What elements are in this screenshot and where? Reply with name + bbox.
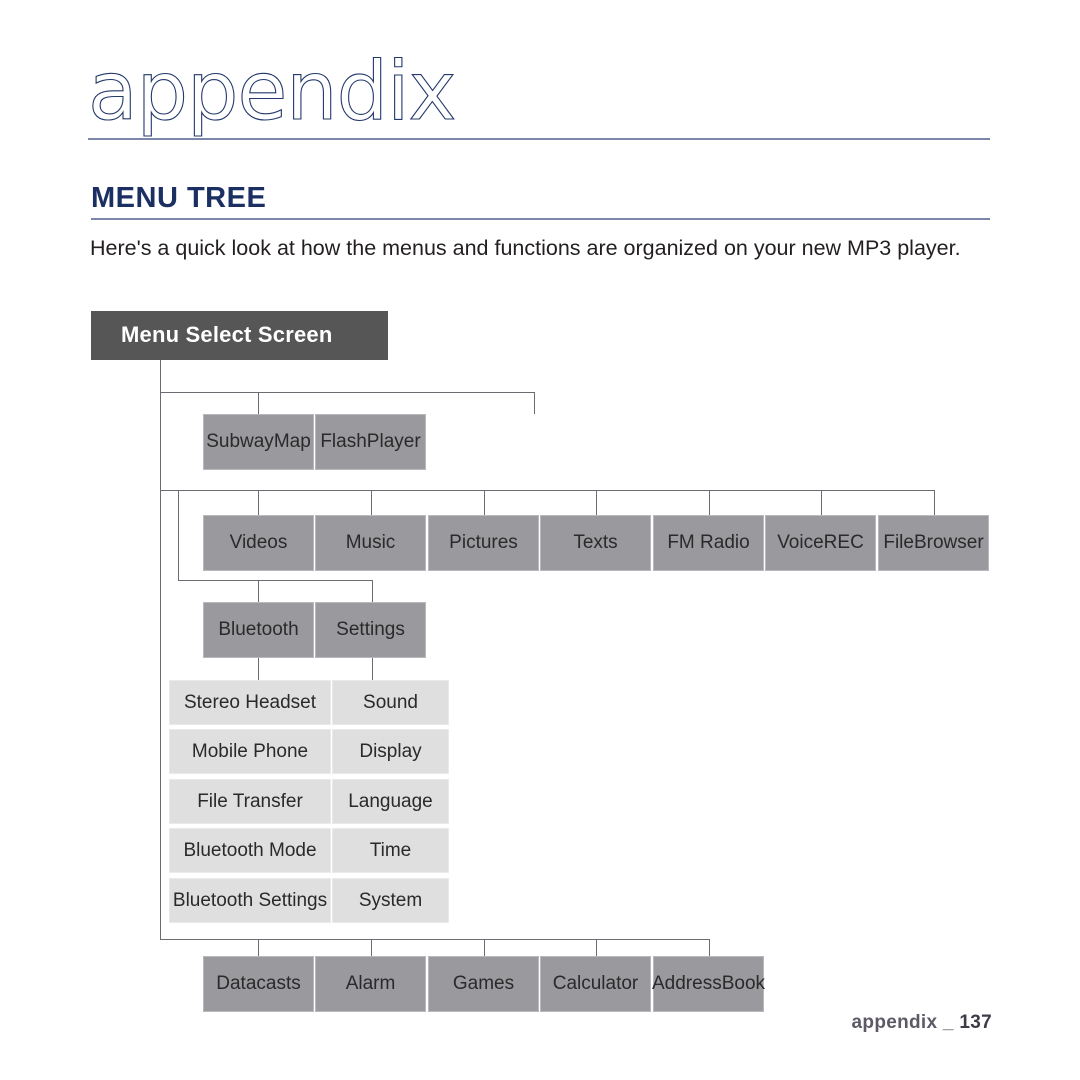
tree-node-datacasts[interactable]: Datacasts xyxy=(203,956,314,1012)
tree-node-calculator[interactable]: Calculator xyxy=(540,956,651,1012)
tree-connector-bluetooth-children-v xyxy=(258,658,259,680)
tree-node-voice-rec-line1: Voice xyxy=(777,532,824,554)
tree-node-address-book-line1: Address xyxy=(652,973,722,995)
tree-connector-flashplayer-v xyxy=(534,392,535,414)
tree-node-voice-rec[interactable]: Voice REC xyxy=(765,515,876,571)
tree-branch-settings-drop xyxy=(178,490,179,580)
tree-connector-fmradio-v xyxy=(709,490,710,515)
tree-node-alarm[interactable]: Alarm xyxy=(315,956,426,1012)
tree-node-file-transfer-label: File Transfer xyxy=(197,790,303,812)
tree-connector-voicerec-v xyxy=(821,490,822,515)
tree-connector-datacasts-v xyxy=(258,939,259,956)
tree-node-root[interactable]: Menu Select Screen xyxy=(91,311,388,360)
tree-node-mobile-phone-label: Mobile Phone xyxy=(191,740,309,762)
tree-node-stereo-headset[interactable]: Stereo Headset xyxy=(169,680,331,725)
tree-connector-pictures-v xyxy=(484,490,485,515)
tree-node-language-label: Language xyxy=(348,790,433,812)
tree-node-videos-label: Videos xyxy=(229,532,288,554)
tree-trunk-main xyxy=(160,360,161,939)
tree-connector-texts-v xyxy=(596,490,597,515)
tree-node-flash-player[interactable]: Flash Player xyxy=(315,414,426,470)
tree-connector-alarm-v xyxy=(371,939,372,956)
tree-node-flash-player-line2: Player xyxy=(366,431,421,453)
menu-tree-diagram: Menu Select Screen Subway Map Flash Play… xyxy=(0,0,1080,1080)
tree-node-fm-radio-label: FM Radio xyxy=(667,532,750,554)
tree-connector-subwaymap-v xyxy=(258,392,259,414)
tree-node-games-label: Games xyxy=(452,973,515,995)
tree-node-file-browser-line1: File xyxy=(883,532,914,554)
tree-connector-filebrowser-v xyxy=(934,490,935,515)
tree-node-pictures-label: Pictures xyxy=(449,532,518,554)
tree-node-language[interactable]: Language xyxy=(332,779,449,824)
tree-connector-games-v xyxy=(484,939,485,956)
tree-connector-settings-h xyxy=(178,580,373,581)
tree-node-subway-map-line1: Subway xyxy=(206,431,274,453)
tree-node-address-book[interactable]: Address Book xyxy=(652,956,766,1012)
tree-node-videos[interactable]: Videos xyxy=(203,515,314,571)
tree-connector-calculator-v xyxy=(596,939,597,956)
tree-node-subway-map[interactable]: Subway Map xyxy=(203,414,314,470)
tree-node-bluetooth-mode-label: Bluetooth Mode xyxy=(183,839,317,861)
tree-node-time[interactable]: Time xyxy=(332,828,449,873)
tree-node-stereo-headset-label: Stereo Headset xyxy=(183,691,317,713)
tree-node-calculator-label: Calculator xyxy=(552,973,639,995)
tree-node-bluetooth-label: Bluetooth xyxy=(218,619,299,641)
tree-node-music[interactable]: Music xyxy=(315,515,426,571)
tree-connector-bottom-h xyxy=(160,939,709,940)
tree-connector-bluetooth-v xyxy=(258,580,259,602)
tree-node-texts-label: Texts xyxy=(573,532,618,554)
tree-node-file-browser-line2: Browser xyxy=(913,532,984,554)
tree-node-system[interactable]: System xyxy=(332,878,449,923)
tree-node-sound[interactable]: Sound xyxy=(332,680,449,725)
tree-node-bluetooth-mode[interactable]: Bluetooth Mode xyxy=(169,828,331,873)
tree-node-pictures[interactable]: Pictures xyxy=(428,515,539,571)
tree-node-sound-label: Sound xyxy=(363,691,418,713)
footer-label: appendix _ xyxy=(851,1012,954,1033)
tree-connector-main-h xyxy=(160,490,934,491)
tree-node-bluetooth[interactable]: Bluetooth xyxy=(203,602,314,658)
footer-page-number: 137 xyxy=(959,1012,992,1033)
tree-node-mobile-phone[interactable]: Mobile Phone xyxy=(169,729,331,774)
tree-connector-music-v xyxy=(371,490,372,515)
tree-node-flash-player-line1: Flash xyxy=(320,431,367,453)
page-footer: appendix _ 137 xyxy=(852,1012,992,1034)
tree-node-system-label: System xyxy=(358,889,423,911)
tree-connector-address-book-v xyxy=(709,939,710,956)
tree-node-time-label: Time xyxy=(369,839,412,861)
tree-node-settings-label: Settings xyxy=(336,619,405,641)
tree-connector-videos-v xyxy=(258,490,259,515)
tree-connector-flash-h xyxy=(160,392,534,393)
tree-node-datacasts-label: Datacasts xyxy=(216,973,301,995)
tree-node-display-label: Display xyxy=(359,740,422,762)
tree-node-alarm-label: Alarm xyxy=(345,973,396,995)
tree-node-texts[interactable]: Texts xyxy=(540,515,651,571)
tree-node-settings[interactable]: Settings xyxy=(315,602,426,658)
tree-node-music-label: Music xyxy=(345,532,396,554)
tree-node-address-book-line2: Book xyxy=(721,973,766,995)
tree-connector-settings-v xyxy=(372,580,373,602)
tree-node-file-browser[interactable]: File Browser xyxy=(878,515,989,571)
tree-node-fm-radio[interactable]: FM Radio xyxy=(653,515,764,571)
tree-node-bluetooth-settings[interactable]: Bluetooth Settings xyxy=(169,878,331,923)
tree-node-display[interactable]: Display xyxy=(332,729,449,774)
tree-connector-settings-children-v xyxy=(372,658,373,680)
tree-node-subway-map-line2: Map xyxy=(273,431,311,453)
tree-node-bluetooth-settings-label: Bluetooth Settings xyxy=(172,889,328,911)
tree-node-file-transfer[interactable]: File Transfer xyxy=(169,779,331,824)
tree-node-games[interactable]: Games xyxy=(428,956,539,1012)
tree-node-voice-rec-line2: REC xyxy=(823,532,864,554)
